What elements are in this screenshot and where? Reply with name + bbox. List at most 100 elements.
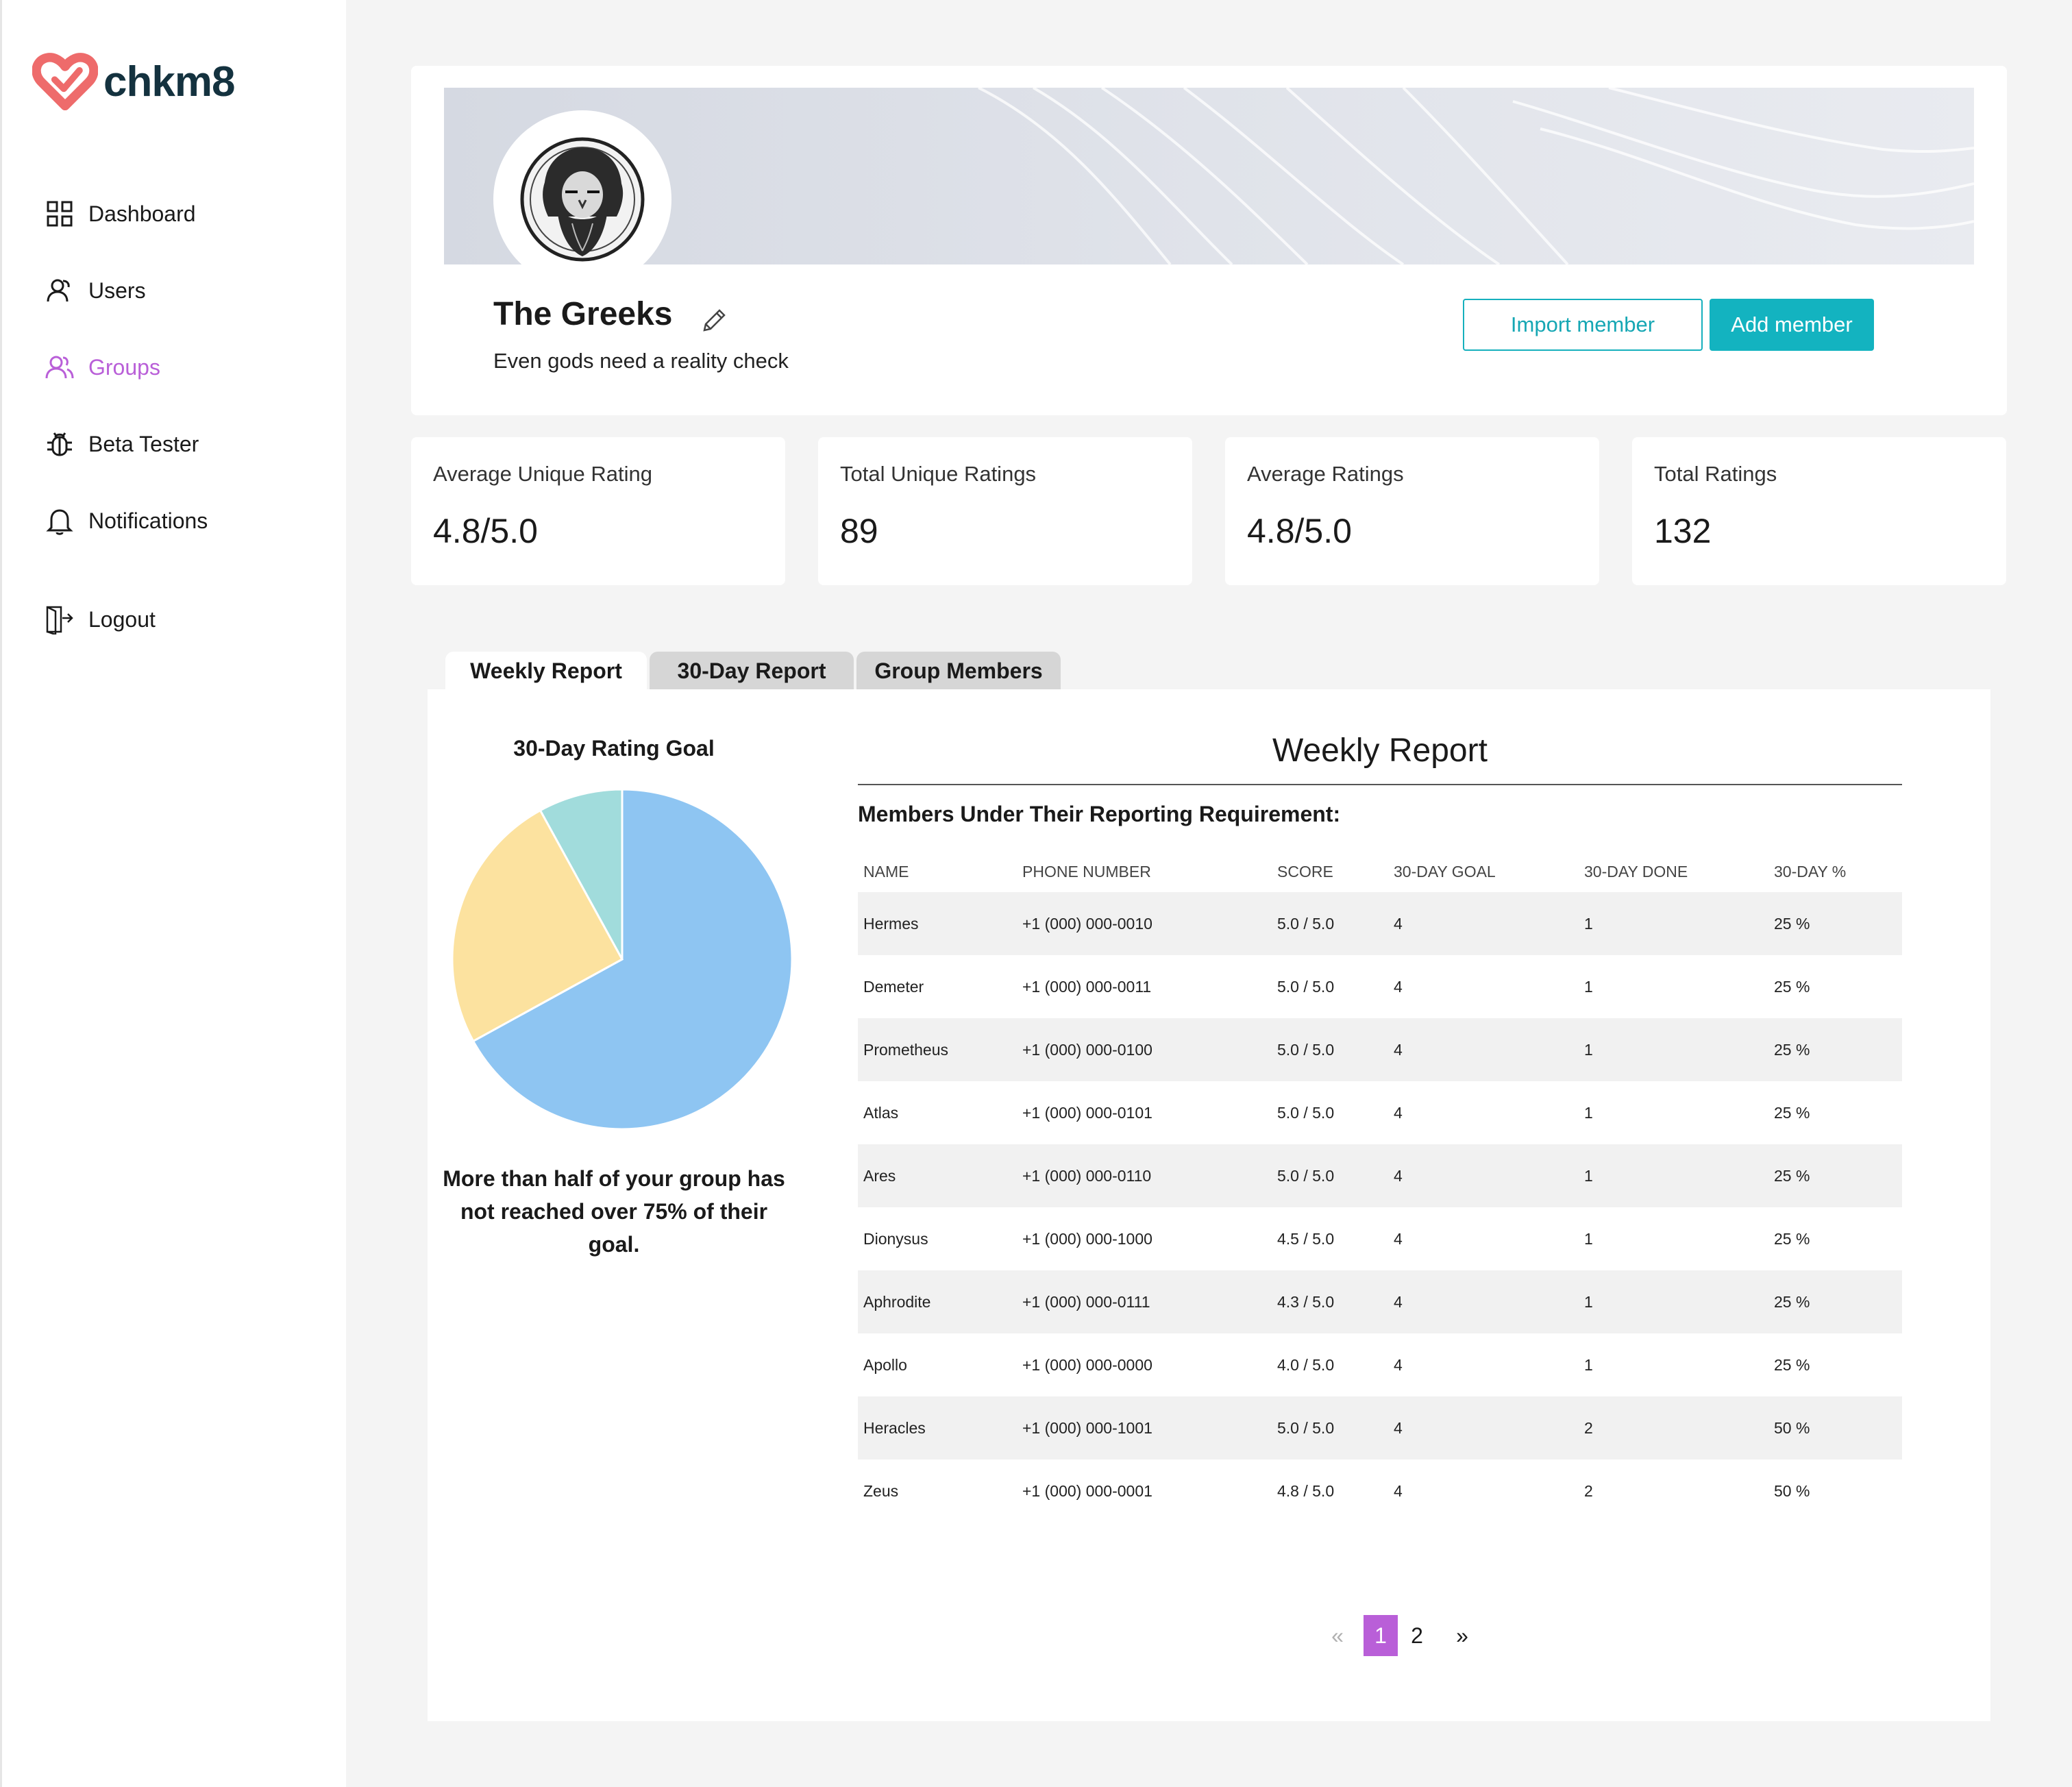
table-cell: 4 — [1394, 1292, 1403, 1311]
table-cell: 4.0 / 5.0 — [1277, 1355, 1335, 1374]
sidebar-item-label: Groups — [88, 354, 160, 380]
pagination-page-2[interactable]: 2 — [1398, 1623, 1436, 1649]
column-header[interactable]: 30-DAY % — [1774, 851, 1846, 892]
add-member-button[interactable]: Add member — [1710, 299, 1874, 351]
table-cell: +1 (000) 000-0010 — [1022, 914, 1152, 933]
table-cell: 4 — [1394, 1166, 1403, 1185]
users-icon — [45, 352, 75, 382]
table-cell: +1 (000) 000-0110 — [1022, 1166, 1152, 1185]
table-cell: 5.0 / 5.0 — [1277, 1166, 1335, 1185]
sidebar-item-dashboard[interactable]: Dashboard — [45, 199, 196, 229]
import-member-button[interactable]: Import member — [1463, 299, 1703, 351]
table-cell: Aphrodite — [863, 1292, 931, 1311]
table-cell: 1 — [1584, 1292, 1593, 1311]
group-header-card: The Greeks Even gods need a reality chec… — [411, 66, 2007, 415]
table-row[interactable]: Heracles +1 (000) 000-1001 5.0 / 5.0 4 2 50 % — [858, 1396, 1902, 1459]
table-body: Hermes +1 (000) 000-0010 5.0 / 5.0 4 1 25 % De… — [858, 892, 1902, 1523]
table-cell: 1 — [1584, 1229, 1593, 1248]
table-row[interactable]: Aphrodite +1 (000) 000-0111 4.3 / 5.0 4 1 25 … — [858, 1270, 1902, 1333]
table-cell: 1 — [1584, 977, 1593, 996]
tab-group-members[interactable]: Group Members — [856, 652, 1061, 690]
table-cell: Heracles — [863, 1418, 926, 1437]
column-header[interactable]: 30-DAY GOAL — [1394, 851, 1496, 892]
table-cell: 25 % — [1774, 1103, 1810, 1122]
report-divider — [858, 784, 1902, 785]
pagination-prev[interactable]: « — [1318, 1623, 1357, 1649]
table-cell: 2 — [1584, 1418, 1593, 1437]
grid-icon — [45, 199, 75, 229]
pencil-icon[interactable] — [699, 306, 729, 336]
table-cell: Ares — [863, 1166, 896, 1185]
table-row[interactable]: Atlas +1 (000) 000-0101 5.0 / 5.0 4 1 25 % — [858, 1081, 1902, 1144]
stat-card-average-ratings: Average Ratings 4.8/5.0 — [1225, 437, 1599, 585]
table-cell: 4 — [1394, 1481, 1403, 1500]
table-cell: 1 — [1584, 1166, 1593, 1185]
table-row[interactable]: Hermes +1 (000) 000-0010 5.0 / 5.0 4 1 25 % — [858, 892, 1902, 955]
sidebar-item-notifications[interactable]: Notifications — [45, 506, 208, 536]
table-cell: 4 — [1394, 1103, 1403, 1122]
table-cell: 1 — [1584, 914, 1593, 933]
tab-weekly-report[interactable]: Weekly Report — [445, 652, 647, 690]
table-row[interactable]: Demeter +1 (000) 000-0011 5.0 / 5.0 4 1 25 % — [858, 955, 1902, 1018]
stat-value: 4.8/5.0 — [1247, 512, 1352, 550]
stat-card-average-unique-rating: Average Unique Rating 4.8/5.0 — [411, 437, 785, 585]
table-cell: +1 (000) 000-1001 — [1022, 1418, 1152, 1437]
column-header[interactable]: PHONE NUMBER — [1022, 851, 1151, 892]
table-row[interactable]: Dionysus +1 (000) 000-1000 4.5 / 5.0 4 1 25 % — [858, 1207, 1902, 1270]
table-cell: 4 — [1394, 1418, 1403, 1437]
table-cell: 5.0 / 5.0 — [1277, 1103, 1335, 1122]
logout-label: Logout — [88, 606, 156, 632]
table-cell: 25 % — [1774, 1166, 1810, 1185]
table-cell: 4 — [1394, 977, 1403, 996]
pagination-next[interactable]: » — [1436, 1623, 1488, 1649]
column-header[interactable]: SCORE — [1277, 851, 1333, 892]
stat-label: Total Unique Ratings — [840, 462, 1037, 486]
table-cell: 1 — [1584, 1040, 1593, 1059]
table-row[interactable]: Apollo +1 (000) 000-0000 4.0 / 5.0 4 1 25 % — [858, 1333, 1902, 1396]
members-table: NAME PHONE NUMBER SCORE 30-DAY GOAL 30-D… — [858, 851, 1902, 1523]
group-name: The Greeks — [493, 296, 673, 332]
group-avatar — [493, 110, 671, 288]
table-cell: +1 (000) 000-1000 — [1022, 1229, 1152, 1248]
stat-card-total-unique-ratings: Total Unique Ratings 89 — [818, 437, 1192, 585]
sidebar-item-users[interactable]: Users — [45, 275, 146, 306]
table-cell: 4 — [1394, 1229, 1403, 1248]
table-cell: +1 (000) 000-0101 — [1022, 1103, 1152, 1122]
table-cell: 5.0 / 5.0 — [1277, 914, 1335, 933]
logo[interactable]: chkm8 — [32, 52, 235, 111]
table-cell: 5.0 / 5.0 — [1277, 1040, 1335, 1059]
table-cell: 4.5 / 5.0 — [1277, 1229, 1335, 1248]
bell-icon — [45, 506, 75, 536]
tab-30-day-report[interactable]: 30-Day Report — [650, 652, 854, 690]
column-header[interactable]: 30-DAY DONE — [1584, 851, 1688, 892]
user-icon — [45, 275, 75, 306]
logout-button[interactable]: Logout — [45, 604, 156, 634]
stat-label: Average Unique Rating — [433, 462, 652, 486]
table-cell: +1 (000) 000-0100 — [1022, 1040, 1152, 1059]
table-cell: 4 — [1394, 1355, 1403, 1374]
table-row[interactable]: Prometheus +1 (000) 000-0100 5.0 / 5.0 4 1 25… — [858, 1018, 1902, 1081]
table-cell: Zeus — [863, 1481, 899, 1500]
table-cell: Dionysus — [863, 1229, 928, 1248]
table-row[interactable]: Ares +1 (000) 000-0110 5.0 / 5.0 4 1 25 % — [858, 1144, 1902, 1207]
logout-icon — [45, 604, 75, 634]
table-cell: 25 % — [1774, 977, 1810, 996]
table-cell: 4.8 / 5.0 — [1277, 1481, 1335, 1500]
table-cell: 2 — [1584, 1481, 1593, 1500]
table-cell: Prometheus — [863, 1040, 949, 1059]
table-cell: 5.0 / 5.0 — [1277, 1418, 1335, 1437]
table-cell: Atlas — [863, 1103, 899, 1122]
table-cell: 25 % — [1774, 1292, 1810, 1311]
sidebar-item-label: Dashboard — [88, 201, 196, 226]
sidebar-item-groups[interactable]: Groups — [45, 352, 160, 382]
stat-value: 89 — [840, 512, 878, 550]
table-cell: 4.3 / 5.0 — [1277, 1292, 1335, 1311]
stat-card-total-ratings: Total Ratings 132 — [1632, 437, 2006, 585]
zeus-medallion-icon — [520, 137, 645, 262]
bug-icon — [45, 429, 75, 459]
stat-value: 4.8/5.0 — [433, 512, 538, 550]
sidebar-item-beta-tester[interactable]: Beta Tester — [45, 429, 199, 459]
table-row[interactable]: Zeus +1 (000) 000-0001 4.8 / 5.0 4 2 50 % — [858, 1459, 1902, 1523]
column-header[interactable]: NAME — [863, 851, 909, 892]
pagination-page-1[interactable]: 1 — [1364, 1615, 1398, 1656]
